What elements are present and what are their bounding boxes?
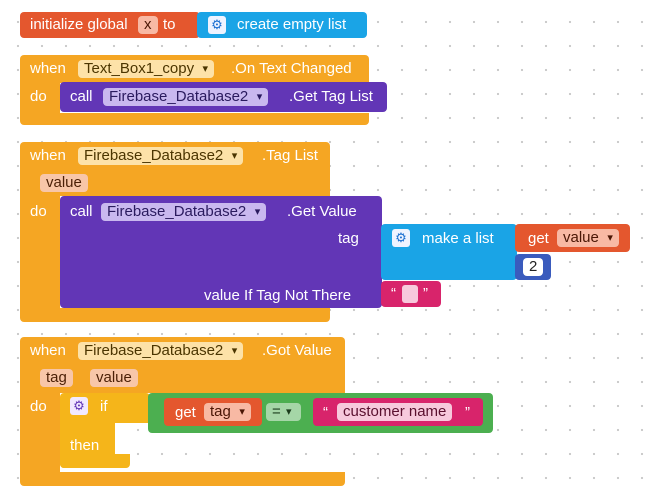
component-dropdown[interactable]: Text_Box1_copy xyxy=(78,60,215,78)
number-value[interactable]: 2 xyxy=(523,258,544,276)
global-var-name[interactable]: x xyxy=(138,16,158,34)
string-value-field[interactable]: customer name xyxy=(337,403,453,421)
call-label: call xyxy=(70,88,93,105)
when-label: when xyxy=(30,60,66,77)
empty-text-field[interactable] xyxy=(402,285,418,303)
event-param-value[interactable]: value xyxy=(40,174,88,192)
method-label: .Get Value xyxy=(287,203,357,220)
component-dropdown[interactable]: Firebase_Database2 xyxy=(78,342,244,360)
default-socket-label: value If Tag Not There xyxy=(204,287,352,304)
event-param-value[interactable]: value xyxy=(90,369,138,387)
get-var-dropdown[interactable]: tag xyxy=(204,403,251,421)
chevron-down-icon: ▾ xyxy=(286,406,292,418)
event-param-tag[interactable]: tag xyxy=(40,369,73,387)
mutator-gear-icon[interactable]: ⚙ xyxy=(70,397,88,415)
event-block-footer xyxy=(20,308,330,322)
target-component-dropdown[interactable]: Firebase_Database2 xyxy=(103,88,269,106)
then-label: then xyxy=(70,437,100,454)
compare-operator-dropdown[interactable]: = xyxy=(266,403,301,421)
do-label: do xyxy=(30,398,47,415)
create-empty-list-label: create empty list xyxy=(237,16,347,33)
target-component-dropdown[interactable]: Firebase_Database2 xyxy=(101,203,267,221)
event-name-label: .On Text Changed xyxy=(231,60,352,77)
tag-socket-label: tag xyxy=(338,230,359,247)
get-label: get xyxy=(528,230,549,247)
method-label: .Get Tag List xyxy=(289,88,373,105)
if-then-foot xyxy=(60,454,130,468)
component-dropdown[interactable]: Firebase_Database2 xyxy=(78,147,244,165)
quote-close: ” xyxy=(423,285,428,302)
when-label: when xyxy=(30,147,66,164)
do-label: do xyxy=(30,88,47,105)
quote-open: “ xyxy=(323,404,328,421)
initialize-global-label: initialize global xyxy=(30,16,128,33)
get-label: get xyxy=(175,404,196,421)
event-block-footer xyxy=(20,113,369,125)
event-name-label: .Got Value xyxy=(262,342,332,359)
event-name-label: .Tag List xyxy=(262,147,318,164)
mutator-gear-icon[interactable]: ⚙ xyxy=(208,16,226,34)
do-label: do xyxy=(30,203,47,220)
mutator-gear-icon[interactable]: ⚙ xyxy=(392,229,410,247)
quote-open: “ xyxy=(391,285,396,302)
when-label: when xyxy=(30,342,66,359)
make-a-list-label: make a list xyxy=(422,230,494,247)
event-block-footer xyxy=(20,472,345,486)
if-label: if xyxy=(100,398,108,415)
get-var-dropdown[interactable]: value xyxy=(557,229,619,247)
quote-close: ” xyxy=(465,404,470,421)
call-label: call xyxy=(70,203,93,220)
to-label: to xyxy=(163,16,176,33)
